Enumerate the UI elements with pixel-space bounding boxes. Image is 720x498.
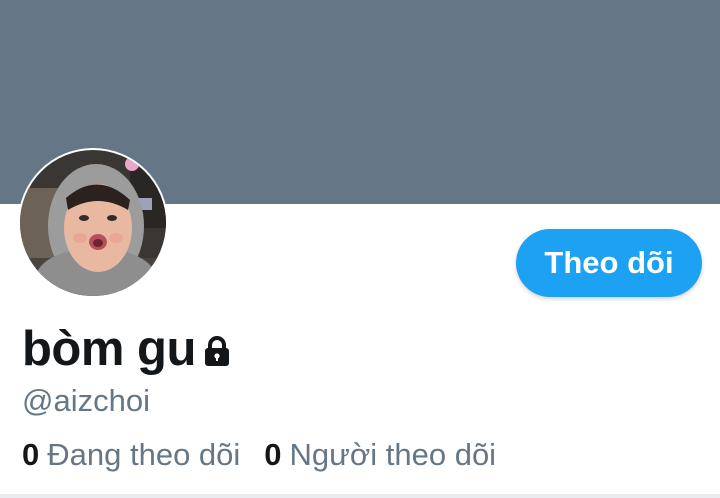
- following-label: Đang theo dõi: [47, 437, 241, 472]
- followers-label: Người theo dõi: [289, 437, 497, 472]
- followers-stat[interactable]: 0 Người theo dõi: [264, 437, 496, 473]
- profile-name-row: bòm gu: [22, 318, 232, 380]
- following-count: 0: [22, 437, 40, 472]
- display-name: bòm gu: [22, 322, 196, 376]
- divider: [0, 494, 720, 498]
- following-stat[interactable]: 0 Đang theo dõi: [22, 437, 240, 473]
- lock-icon: [204, 336, 229, 366]
- profile-handle: @aizchoi: [22, 383, 150, 418]
- profile-stats: 0 Đang theo dõi 0 Người theo dõi: [22, 437, 520, 473]
- avatar[interactable]: [18, 148, 168, 298]
- follow-button[interactable]: Theo dõi: [516, 229, 702, 297]
- followers-count: 0: [264, 437, 282, 472]
